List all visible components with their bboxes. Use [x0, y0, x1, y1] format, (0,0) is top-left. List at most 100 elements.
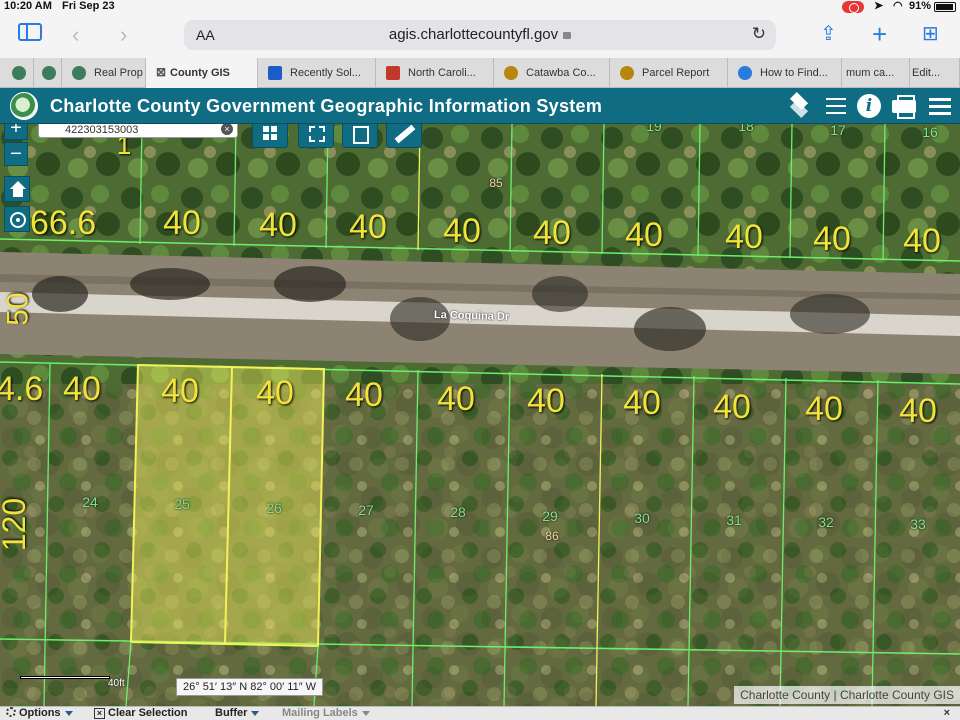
wifi-icon: ◠: [893, 0, 903, 12]
dimension-label: 40: [713, 388, 751, 426]
dimension-label: 40: [625, 216, 663, 254]
menu-icon[interactable]: [924, 91, 954, 121]
dimension-label: 40: [256, 374, 294, 412]
dimension-label: 66.6: [30, 204, 97, 242]
date: Fri Sep 23: [62, 0, 115, 12]
dimension-label: 40: [63, 370, 101, 408]
tab-favicon: [268, 66, 282, 80]
dimension-label: 40: [163, 204, 201, 242]
gear-icon: [6, 707, 16, 717]
dimension-label: 40: [527, 382, 565, 420]
select-tool-icon[interactable]: [298, 124, 334, 148]
dimension-label: 40: [813, 220, 851, 258]
clear-selection-button[interactable]: × Clear Selection: [94, 707, 187, 719]
tab-partial-1[interactable]: mum ca...: [842, 58, 910, 88]
dimension-label: 40: [533, 214, 571, 252]
dimension-label: 40: [899, 392, 937, 430]
layers-icon[interactable]: [784, 91, 814, 121]
chevron-down-icon: [251, 711, 260, 716]
dimension-label: 40: [437, 380, 475, 418]
lot-number[interactable]: 28: [450, 504, 466, 520]
tab-catawba[interactable]: Catawba Co...: [494, 58, 610, 88]
home-icon[interactable]: [4, 176, 30, 202]
lot-number[interactable]: 33: [910, 516, 926, 532]
buffer-menu[interactable]: Buffer: [215, 707, 260, 719]
forward-icon[interactable]: ›: [120, 24, 127, 46]
street-label: La Coquina Dr: [433, 308, 510, 324]
dimension-label: 40: [349, 208, 387, 246]
dimension-label: 40: [345, 376, 383, 414]
tab-real-prop[interactable]: Real Prop: [62, 58, 146, 88]
share-icon[interactable]: ⇪: [820, 23, 837, 45]
tab-0[interactable]: [0, 58, 34, 88]
draw-tool-icon[interactable]: [342, 124, 378, 148]
lot-number[interactable]: 29: [542, 508, 558, 524]
tab-favicon: [504, 66, 518, 80]
options-menu[interactable]: Options: [6, 707, 73, 719]
tab-favicon: [386, 66, 400, 80]
print-icon[interactable]: [889, 91, 919, 121]
lot-number: 16: [922, 124, 938, 140]
lot-number: 18: [738, 124, 754, 134]
page-title: Charlotte County Government Geographic I…: [50, 96, 603, 116]
legend-list-icon[interactable]: [820, 91, 850, 121]
gis-header: Charlotte County Government Geographic I…: [0, 88, 960, 124]
county-logo-icon: [10, 92, 38, 120]
tab-county-gis[interactable]: ⊠ County GIS: [146, 58, 258, 88]
reload-icon[interactable]: ↻: [752, 24, 766, 44]
clear-search-icon[interactable]: ×: [221, 124, 233, 135]
close-icon[interactable]: ×: [944, 707, 950, 719]
info-icon[interactable]: [854, 91, 884, 121]
lot-number[interactable]: 24: [82, 494, 98, 510]
battery-icon: [934, 2, 956, 12]
url-text[interactable]: agis.charlottecountyfl.gov: [184, 26, 776, 43]
dimension-label: 40: [805, 390, 843, 428]
tab-1[interactable]: [34, 58, 62, 88]
clear-icon: ×: [94, 708, 105, 719]
measure-tool-icon[interactable]: [386, 124, 422, 148]
screen-recording-icon: [842, 1, 864, 13]
parcel-search-input[interactable]: 422303153003 ×: [38, 124, 238, 138]
zoom-in-button[interactable]: +: [4, 124, 28, 140]
tab-favicon: [620, 66, 634, 80]
lot-number[interactable]: 31: [726, 512, 742, 528]
tab-north-carolina[interactable]: North Caroli...: [376, 58, 494, 88]
lot-number-selected[interactable]: 25: [174, 496, 190, 512]
chevron-down-icon: [64, 711, 73, 716]
zoom-out-button[interactable]: −: [4, 142, 28, 166]
close-tab-icon[interactable]: ⊠: [156, 65, 166, 79]
tab-how-to-find[interactable]: How to Find...: [728, 58, 842, 88]
map-attribution: Charlotte County | Charlotte County GIS: [734, 686, 960, 704]
dimension-label: 40: [259, 206, 297, 244]
lot-number[interactable]: 32: [818, 514, 834, 530]
dimension-label: 40: [623, 384, 661, 422]
bottom-toolbar: Options × Clear Selection Buffer Mailing …: [0, 706, 960, 720]
tab-favicon: [72, 66, 86, 80]
dimension-label: 40: [161, 372, 199, 410]
mailing-labels-menu[interactable]: Mailing Labels: [282, 707, 370, 719]
dimension-label: 40: [443, 212, 481, 250]
back-icon[interactable]: ‹: [72, 24, 79, 46]
tab-partial-2[interactable]: Edit...: [910, 58, 960, 88]
lot-number[interactable]: 30: [634, 510, 650, 526]
basemap-grid-icon[interactable]: [252, 124, 288, 148]
tab-bar: Real Prop ⊠ County GIS Recently Sol... N…: [0, 58, 960, 88]
locate-icon[interactable]: [4, 206, 30, 232]
tab-parcel-report[interactable]: Parcel Report: [610, 58, 728, 88]
lot-number[interactable]: 27: [358, 502, 374, 518]
tab-recently-sold[interactable]: Recently Sol...: [258, 58, 376, 88]
dimension-label: 40: [903, 222, 941, 260]
status-bar: 10:20 AM Fri Sep 23 ➤ ◠ 91%: [0, 0, 960, 14]
location-icon: ➤: [874, 0, 884, 12]
chevron-down-icon: [361, 711, 370, 716]
coordinate-readout: 26° 51′ 13″ N 82° 00′ 11″ W: [176, 678, 324, 696]
new-tab-icon[interactable]: +: [872, 21, 887, 47]
tab-overview-icon[interactable]: ⊞: [922, 23, 939, 45]
map-view[interactable]: 19 18 17 16 1 66.6 40 40 40 40 40 40 40 …: [0, 124, 960, 706]
sidebar-toggle-icon[interactable]: [18, 23, 42, 41]
address-bar[interactable]: AA agis.charlottecountyfl.gov ↻: [184, 20, 776, 50]
tab-favicon: [42, 66, 56, 80]
lot-number: 17: [830, 124, 846, 138]
lock-icon: [563, 32, 572, 39]
lot-number-selected[interactable]: 26: [266, 500, 282, 516]
